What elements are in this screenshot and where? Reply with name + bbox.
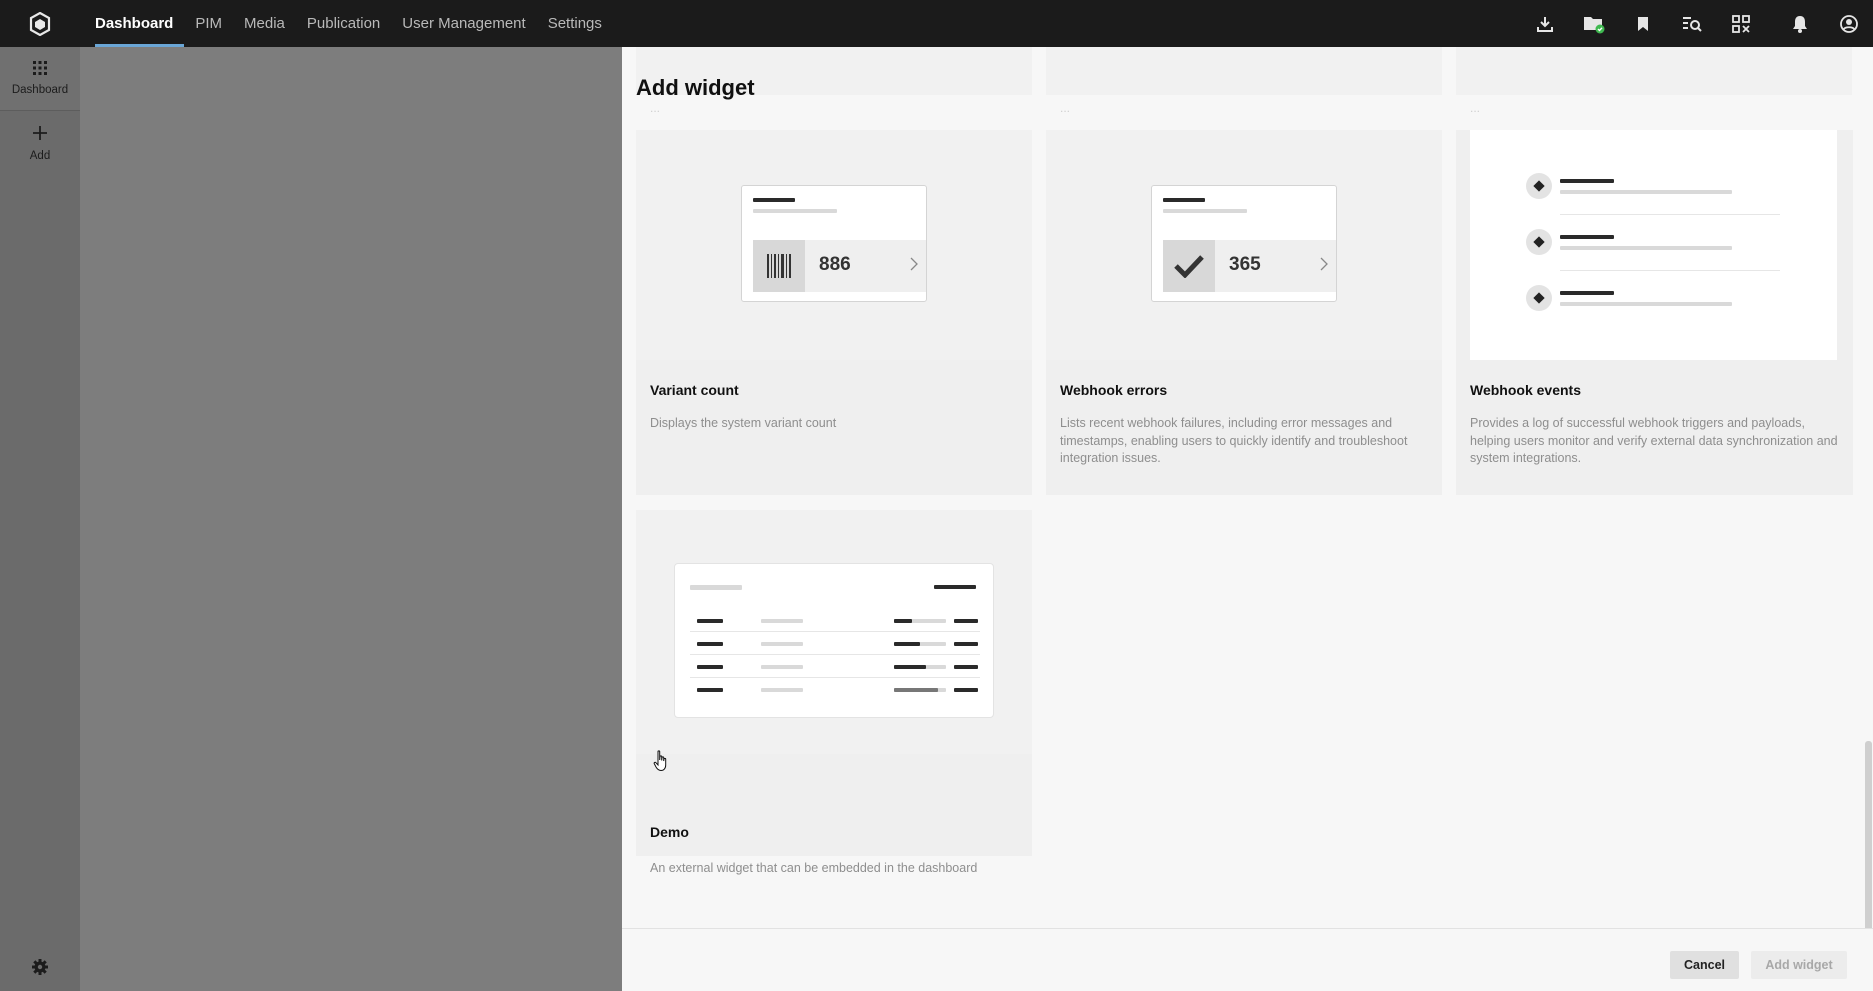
barcode-icon	[753, 240, 805, 292]
bookmark-icon[interactable]	[1618, 0, 1667, 47]
count-widget-mock: 886	[741, 185, 927, 302]
widget-card-variant-count[interactable]: 886 Variant count Displays the system va…	[636, 130, 1032, 495]
gear-icon[interactable]	[0, 947, 80, 987]
widget-preview: 365	[1046, 130, 1442, 360]
search-list-icon[interactable]	[1667, 0, 1716, 47]
top-icon-group	[1520, 0, 1873, 47]
folder-check-icon[interactable]	[1569, 0, 1618, 47]
nav-user-management[interactable]: User Management	[391, 0, 536, 47]
events-widget-mock	[1470, 130, 1837, 360]
nav-settings[interactable]: Settings	[537, 0, 613, 47]
count-widget-mock: 365	[1151, 185, 1337, 302]
add-widget-button[interactable]: Add widget	[1751, 951, 1847, 979]
nav-dashboard[interactable]: Dashboard	[80, 0, 185, 47]
diamond-icon	[1526, 229, 1552, 255]
bell-icon[interactable]	[1775, 0, 1824, 47]
card-title: Demo	[650, 824, 689, 840]
widget-card-webhook-errors[interactable]: 365 Webhook errors Lists recent webhook …	[1046, 130, 1442, 495]
sidebar-item-label: Add	[29, 149, 51, 162]
preview-count-value: 886	[819, 254, 851, 275]
card-title: Webhook errors	[1060, 382, 1168, 398]
left-sidebar: Dashboard Add	[0, 47, 80, 991]
widget-card-demo[interactable]: Demo An external widget that can be embe…	[636, 510, 1032, 875]
sidebar-item-add[interactable]: Add	[0, 111, 80, 175]
partial-card: ...	[1456, 47, 1852, 115]
table-widget-mock	[674, 563, 994, 718]
drawer-scrollbar[interactable]	[1864, 47, 1873, 991]
diamond-icon	[1526, 285, 1552, 311]
qr-scan-icon[interactable]	[1716, 0, 1765, 47]
nav-publication[interactable]: Publication	[296, 0, 391, 47]
nav-media[interactable]: Media	[233, 0, 296, 47]
hand-cursor-icon	[653, 750, 669, 777]
chevron-right-icon	[1320, 257, 1328, 276]
cancel-button[interactable]: Cancel	[1670, 951, 1739, 979]
partial-card: ...	[1046, 47, 1442, 115]
card-description: An external widget that can be embedded …	[650, 861, 978, 875]
hexagon-logo-icon[interactable]	[0, 0, 80, 47]
dimmed-dashboard-area[interactable]	[80, 47, 622, 991]
preview-count-value: 365	[1229, 254, 1261, 275]
widget-card-webhook-events[interactable]: Webhook events Provides a log of success…	[1456, 130, 1853, 495]
drawer-title: Add widget	[636, 75, 755, 100]
add-widget-drawer: ... ... ... Add widget 886 Variant count…	[622, 47, 1873, 991]
card-title: Webhook events	[1470, 382, 1581, 398]
main-nav: Dashboard PIM Media Publication User Man…	[80, 0, 613, 47]
card-description: Lists recent webhook failures, including…	[1060, 416, 1408, 465]
widget-preview	[636, 510, 1032, 754]
user-circle-icon[interactable]	[1824, 0, 1873, 47]
plus-icon	[32, 125, 48, 144]
drawer-footer: Cancel Add widget	[622, 928, 1873, 991]
sidebar-item-dashboard[interactable]: Dashboard	[0, 47, 80, 111]
card-description: Provides a log of successful webhook tri…	[1470, 416, 1838, 465]
widget-preview: 886	[636, 130, 1032, 360]
download-icon[interactable]	[1520, 0, 1569, 47]
top-navigation-bar: Dashboard PIM Media Publication User Man…	[0, 0, 1873, 47]
checkmark-icon	[1163, 240, 1215, 292]
card-title: Variant count	[650, 382, 739, 398]
diamond-icon	[1526, 173, 1552, 199]
card-description: Displays the system variant count	[650, 416, 837, 430]
chevron-right-icon	[910, 257, 918, 276]
grid-icon	[33, 61, 47, 78]
nav-pim[interactable]: PIM	[184, 0, 233, 47]
sidebar-item-label: Dashboard	[11, 84, 69, 96]
